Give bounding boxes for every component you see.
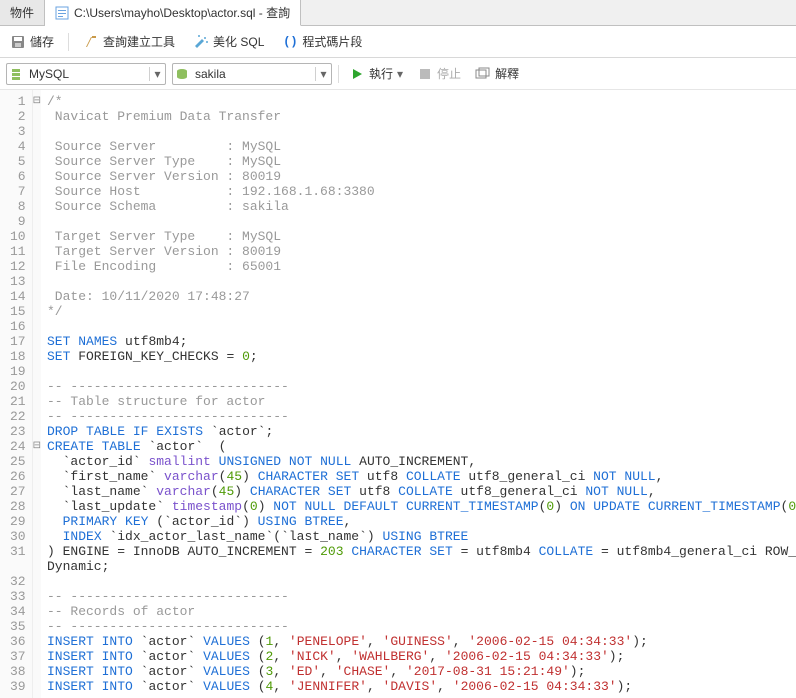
connection-icon — [7, 67, 25, 81]
toolbar: 儲存 查詢建立工具 美化 SQL () 程式碼片段 — [0, 26, 796, 58]
connection-combo[interactable]: MySQL ▾ — [6, 63, 166, 85]
run-button[interactable]: 執行 ▾ — [345, 63, 407, 84]
explain-icon — [475, 66, 491, 82]
database-value: sakila — [191, 67, 315, 81]
fold-gutter[interactable]: ⊟ ⊟ — [33, 90, 41, 698]
explain-button[interactable]: 解釋 — [471, 63, 523, 84]
query-builder-icon — [83, 34, 99, 50]
tab-file[interactable]: C:\Users\mayho\Desktop\actor.sql - 查詢 — [45, 0, 301, 26]
chevron-down-icon: ▾ — [149, 67, 165, 81]
explain-label: 解釋 — [495, 65, 519, 82]
beautify-sql-button[interactable]: 美化 SQL — [189, 31, 268, 52]
line-gutter: 1 2 3 4 5 6 7 8 9 10 11 12 13 14 15 16 1… — [0, 90, 33, 698]
comment: -- Records of actor — [47, 604, 195, 619]
comment: Source Schema : sakila — [47, 199, 289, 214]
run-label: 執行 — [369, 65, 393, 82]
connection-value: MySQL — [25, 67, 149, 81]
comment: Target Server Type : MySQL — [47, 229, 281, 244]
snippet-icon: () — [282, 34, 298, 50]
comment: Target Server Version : 80019 — [47, 244, 281, 259]
bar-separator — [338, 65, 339, 83]
comment: Navicat Premium Data Transfer — [47, 109, 281, 124]
code-area[interactable]: /* Navicat Premium Data Transfer Source … — [41, 90, 796, 698]
save-label: 儲存 — [30, 33, 54, 50]
database-icon — [173, 67, 191, 81]
chevron-down-icon: ▾ — [315, 67, 331, 81]
toolbar-separator — [68, 33, 69, 51]
connection-bar: MySQL ▾ sakila ▾ 執行 ▾ 停止 解釋 — [0, 58, 796, 90]
query-builder-button[interactable]: 查詢建立工具 — [79, 31, 179, 52]
code-snippet-button[interactable]: () 程式碼片段 — [278, 31, 366, 52]
tab-objects[interactable]: 物件 — [0, 0, 45, 25]
comment: -- Table structure for actor — [47, 394, 265, 409]
comment: Source Server Version : 80019 — [47, 169, 281, 184]
comment: Source Host : 192.168.1.68:3380 — [47, 184, 375, 199]
code-editor[interactable]: 1 2 3 4 5 6 7 8 9 10 11 12 13 14 15 16 1… — [0, 90, 796, 698]
tab-label: 物件 — [10, 4, 34, 21]
beautify-label: 美化 SQL — [213, 33, 264, 50]
query-builder-label: 查詢建立工具 — [103, 33, 175, 50]
comment: Source Server Type : MySQL — [47, 154, 281, 169]
comment: /* — [47, 94, 63, 109]
stop-label: 停止 — [437, 65, 461, 82]
stop-icon — [417, 66, 433, 82]
tab-bar: 物件 C:\Users\mayho\Desktop\actor.sql - 查詢 — [0, 0, 796, 26]
comment: File Encoding : 65001 — [47, 259, 281, 274]
beautify-icon — [193, 34, 209, 50]
play-icon — [349, 66, 365, 82]
database-combo[interactable]: sakila ▾ — [172, 63, 332, 85]
tab-label: C:\Users\mayho\Desktop\actor.sql - 查詢 — [74, 4, 290, 21]
comment: Date: 10/11/2020 17:48:27 — [47, 289, 250, 304]
sql-file-icon — [55, 6, 69, 20]
comment: */ — [47, 304, 63, 319]
save-button[interactable]: 儲存 — [6, 31, 58, 52]
stop-button[interactable]: 停止 — [413, 63, 465, 84]
chevron-down-icon: ▾ — [397, 67, 403, 81]
snippet-label: 程式碼片段 — [302, 33, 362, 50]
comment: Source Server : MySQL — [47, 139, 281, 154]
save-icon — [10, 34, 26, 50]
